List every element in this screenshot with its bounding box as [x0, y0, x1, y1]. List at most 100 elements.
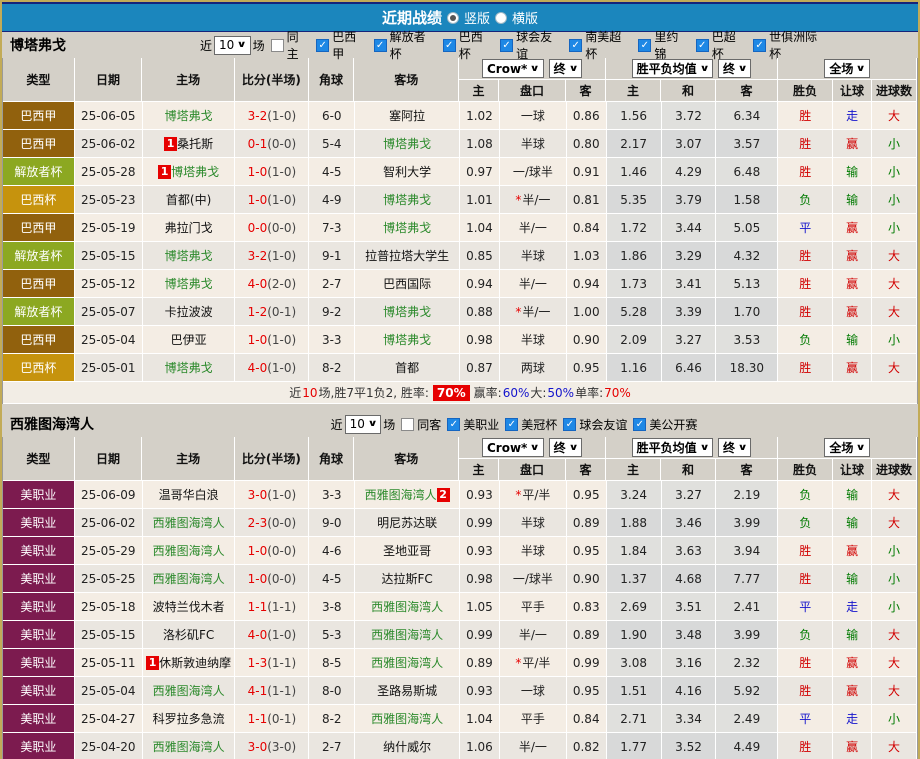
league-checkbox-0[interactable]: ✓ [447, 417, 461, 431]
europe-draw-odds: 3.46 [661, 509, 717, 537]
sub-column-header: 胜负 [778, 80, 833, 102]
league-checkbox-3[interactable]: ✓ [500, 38, 514, 52]
same-venue-checkbox[interactable] [270, 38, 284, 52]
league-checkbox-0[interactable]: ✓ [316, 38, 330, 52]
sub-column-header: 主 [606, 459, 661, 481]
company-select[interactable]: Crow* ∨ [482, 59, 544, 78]
league-checkbox-5[interactable]: ✓ [638, 38, 652, 52]
games-count-select[interactable]: 10 ∨ [344, 414, 382, 434]
result-outcome: 平 [778, 593, 834, 621]
games-count-select[interactable]: 10 ∨ [214, 35, 251, 55]
europe-home-odds: 3.24 [606, 481, 662, 509]
final-europe-select[interactable]: 终 ∨ [718, 438, 752, 457]
match-row: 巴西甲 25-06-02 1 桑托斯 0-1 (0-0) 5-4 博塔弗戈 1.08 半球 0.80… [3, 130, 917, 158]
europe-avg-select[interactable]: 胜平负均值 ∨ [631, 438, 713, 457]
results-table: 类型 日期 主场 比分(半场) 角球 客场 Crow* ∨ 终 ∨ 主盘口客胜平负均值 ∨ 终 ∨ 主和客全… [2, 58, 918, 404]
rank-badge: 1 [158, 164, 172, 179]
league-badge: 美职业 [3, 705, 75, 733]
result-handicap: 输 [833, 565, 873, 593]
same-venue-checkbox[interactable] [401, 417, 415, 431]
company-select[interactable]: Crow* ∨ [482, 438, 544, 457]
fulltime-score: 4-1 [247, 683, 268, 698]
header-group-selects: 胜平负均值 ∨ 终 ∨ [606, 437, 778, 459]
score-cell: 1-1 (1-1) [235, 593, 310, 621]
corner-cell: 2-7 [309, 733, 356, 759]
handicap-star: * [515, 487, 522, 502]
away-team-cell: 塞阿拉 [355, 102, 460, 130]
europe-home-odds: 5.35 [606, 186, 662, 214]
scope-select[interactable]: 全场 ∨ [824, 438, 870, 457]
league-checkbox-4[interactable]: ✓ [569, 38, 583, 52]
team-name-text: 西雅图海湾人 [152, 740, 225, 754]
away-team-cell: 圣地亚哥 [355, 537, 460, 565]
summary-text: 单率: [575, 386, 604, 400]
chevron-down-icon: ∨ [568, 442, 579, 453]
europe-away-odds: 2.41 [716, 593, 779, 621]
asian-away-odds: 1.00 [566, 298, 607, 326]
asian-home-odds: 0.99 [460, 509, 500, 537]
asian-away-odds: 0.91 [566, 158, 607, 186]
league-checkbox-6[interactable]: ✓ [695, 38, 709, 52]
select-value: 胜平负均值 [636, 441, 697, 455]
europe-away-odds: 2.32 [716, 649, 779, 677]
header-group-subcols: 胜负 让球 进球数 [778, 459, 917, 481]
match-row: 美职业 25-04-20 西雅图海湾人 3-0 (3-0) 2-7 纳什威尔 1.06 半/一 0… [3, 733, 917, 759]
away-team-cell: 西雅图海湾人 [355, 621, 460, 649]
layout-radio-horizontal[interactable] [495, 11, 507, 24]
europe-draw-odds: 3.16 [661, 649, 717, 677]
final-europe-select[interactable]: 终 ∨ [718, 59, 752, 78]
league-checkbox-3[interactable]: ✓ [633, 417, 647, 431]
result-handicap: 赢 [833, 537, 873, 565]
column-header: 角球 [308, 437, 355, 481]
europe-avg-select[interactable]: 胜平负均值 ∨ [631, 59, 713, 78]
sub-column-header: 和 [661, 80, 716, 102]
away-team-cell: 西雅图海湾人 2 [355, 481, 460, 509]
home-team-cell: 西雅图海湾人 [142, 677, 236, 705]
halftime-score: (0-0) [267, 543, 297, 558]
europe-away-odds: 6.34 [716, 102, 779, 130]
league-checkbox-2[interactable]: ✓ [442, 38, 456, 52]
date-cell: 25-04-20 [74, 733, 143, 759]
league-checkbox-2[interactable]: ✓ [563, 417, 577, 431]
result-handicap: 输 [833, 186, 873, 214]
layout-radio-vertical[interactable] [446, 11, 459, 24]
asian-home-odds: 1.05 [460, 593, 500, 621]
home-team-cell: 西雅图海湾人 [142, 565, 236, 593]
handicap-text: 半球 [520, 544, 545, 558]
league-checkbox-7[interactable]: ✓ [753, 38, 767, 52]
result-handicap: 赢 [833, 649, 873, 677]
league-checkbox-label: 巴西甲 [332, 30, 357, 61]
corner-cell: 2-7 [309, 270, 356, 298]
league-checkbox-1[interactable]: ✓ [373, 38, 387, 52]
europe-away-odds: 1.58 [716, 186, 779, 214]
asian-away-odds: 1.03 [566, 242, 607, 270]
away-team-cell: 首都 [355, 354, 460, 382]
asian-home-odds: 0.99 [460, 621, 500, 649]
date-cell: 25-05-25 [74, 565, 143, 593]
fulltime-score: 3-0 [247, 739, 268, 754]
final-asian-select[interactable]: 终 ∨ [548, 59, 582, 78]
asian-home-odds: 1.06 [460, 733, 500, 759]
final-asian-select[interactable]: 终 ∨ [548, 438, 582, 457]
halftime-score: (1-0) [267, 360, 297, 375]
team-name-text: 博塔弗戈 [171, 165, 220, 179]
handicap-cell: 半/一 [499, 621, 567, 649]
asian-home-odds: 0.89 [460, 649, 500, 677]
team-name-text: 首都 [395, 361, 420, 375]
europe-away-odds: 2.49 [716, 705, 779, 733]
asian-away-odds: 0.81 [566, 186, 607, 214]
home-team-cell: 弗拉门戈 [142, 214, 236, 242]
score-cell: 3-0 (3-0) [235, 733, 310, 759]
date-cell: 25-04-27 [74, 705, 143, 733]
handicap-text: 半/一 [518, 221, 547, 235]
asian-away-odds: 0.90 [566, 565, 607, 593]
home-team-cell: 博塔弗戈 [142, 354, 236, 382]
date-cell: 25-06-05 [74, 102, 143, 130]
scope-select[interactable]: 全场 ∨ [824, 59, 870, 78]
league-badge: 解放者杯 [3, 242, 75, 270]
league-checkbox-1[interactable]: ✓ [505, 417, 519, 431]
europe-draw-odds: 3.39 [661, 298, 717, 326]
handicap-cell: 一/球半 [499, 565, 567, 593]
home-team-cell: 洛杉矶FC [142, 621, 236, 649]
corner-cell: 8-2 [309, 354, 356, 382]
